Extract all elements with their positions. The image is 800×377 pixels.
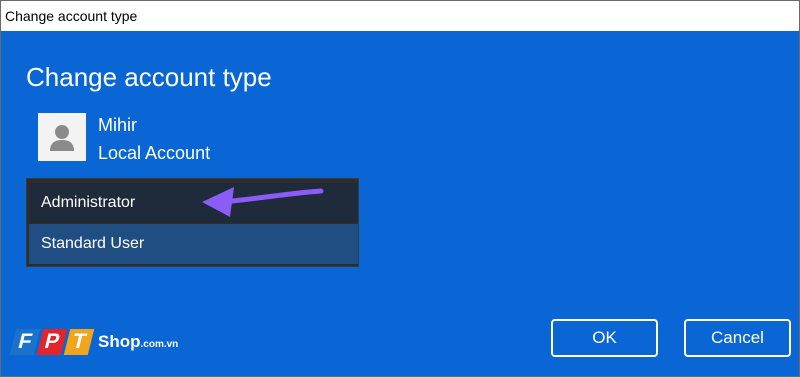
page-title: Change account type: [26, 62, 272, 92]
avatar: [38, 113, 86, 161]
option-standard-user[interactable]: Standard User: [29, 224, 358, 264]
logo-wordmark: Shop.com.vn: [98, 331, 178, 356]
ok-button[interactable]: OK: [551, 319, 658, 357]
annotation-arrow-icon: [202, 187, 324, 217]
user-icon: [50, 125, 74, 151]
user-account-type: Local Account: [98, 143, 211, 163]
dialog-content: Change account type Mihir Local Account …: [1, 31, 799, 376]
logo-letter-t: T: [63, 329, 95, 355]
cancel-button[interactable]: Cancel: [684, 319, 791, 357]
window-title: Change account type: [1, 1, 799, 31]
user-name: Mihir: [98, 115, 137, 135]
logo-letter-p: P: [36, 329, 68, 355]
logo-letter-f: F: [9, 329, 41, 355]
logo-shop-text: Shop: [98, 332, 141, 351]
logo-domain-suffix: .com.vn: [140, 339, 179, 350]
dialog-window: Change account type Change account type …: [0, 0, 800, 377]
